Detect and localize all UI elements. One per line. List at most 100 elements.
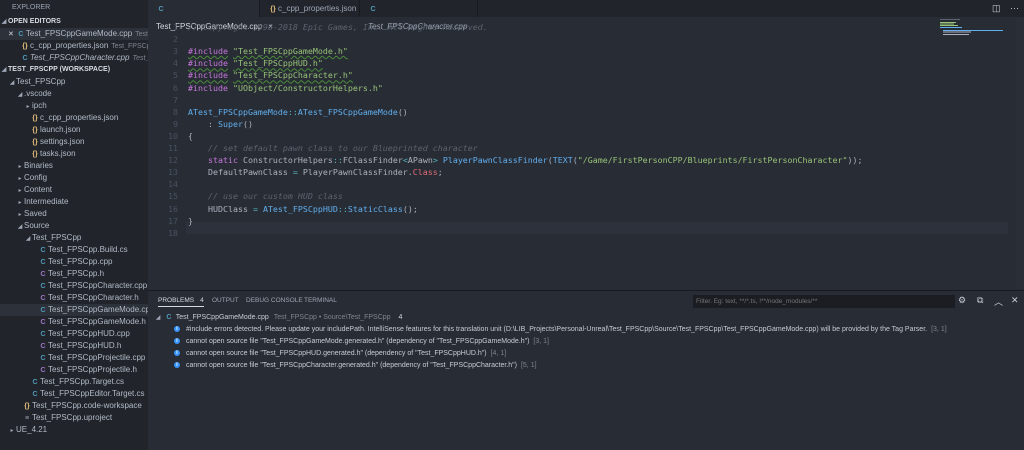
folder-item[interactable]: ▸ Config	[0, 172, 148, 184]
open-editor-item[interactable]: {}c_cpp_properties.jsonTest_FPSCpp •...	[0, 40, 148, 52]
chevron-down-icon: ◢	[9, 80, 15, 86]
collapse-all-icon[interactable]: ⧉	[977, 295, 983, 306]
file-item[interactable]: C Test_FPSCppProjectile.h	[0, 364, 148, 376]
item-label: Test_FPSCpp.code-workspace	[32, 401, 142, 410]
panel-tab-terminal[interactable]: TERMINAL	[304, 297, 337, 304]
info-icon: i	[174, 326, 180, 333]
tab-2[interactable]: CTest_FPSCppCharacter.cpp	[360, 0, 478, 31]
folder-item[interactable]: ▸ Content	[0, 184, 148, 196]
code-token: #include	[188, 46, 228, 57]
item-label: Test_FPSCpp.Build.cs	[48, 245, 128, 254]
item-label: .vscode	[24, 89, 52, 98]
problem-item[interactable]: i #include errors detected. Please update…	[174, 324, 947, 336]
code-token: ConstructorHelpers	[237, 155, 333, 166]
code-token: static	[207, 155, 238, 166]
item-label: Test_FPSCpp.h	[48, 269, 105, 278]
file-tree: ◢ Test_FPSCpp ◢ .vscode ▸ ipch{} c_cpp_propert…	[0, 76, 148, 436]
problem-item[interactable]: i cannot open source file "Test_FPSCppCha…	[174, 360, 537, 372]
code-token: :	[188, 118, 218, 129]
folder-item[interactable]: ▸ UE_4.21	[0, 424, 148, 436]
close-icon[interactable]: ✕	[8, 31, 14, 38]
folder-item[interactable]: ◢ Test_FPSCpp	[0, 76, 148, 88]
file-item[interactable]: C Test_FPSCppHUD.h	[0, 340, 148, 352]
code-line: #include "UObject/ConstructorHelpers.h"	[188, 83, 383, 93]
code-token: ATest_FPSCppHUD	[262, 203, 338, 214]
problem-location: [3, 1]	[533, 338, 549, 345]
code-token: #include	[188, 58, 228, 69]
folder-item[interactable]: ▸ Saved	[0, 208, 148, 220]
minimap[interactable]	[940, 17, 1010, 37]
close-panel-icon[interactable]: ✕	[1011, 295, 1019, 306]
file-path: Test_FPSCpp •...	[111, 43, 148, 50]
problem-file-row[interactable]: ◢ C Test_FPSCppGameMode.cpp Test_FPSCpp …	[154, 312, 403, 324]
file-item[interactable]: C Test_FPSCpp.Target.cs	[0, 376, 148, 388]
file-item[interactable]: {} c_cpp_properties.json	[0, 112, 148, 124]
folder-item[interactable]: ▸ ipch	[0, 100, 148, 112]
code-token: ::	[337, 203, 348, 214]
chevron-right-icon: ▸	[18, 212, 22, 218]
file-item[interactable]: {} settings.json	[0, 136, 148, 148]
file-item[interactable]: C Test_FPSCppGameMode.h	[0, 316, 148, 328]
problems-count-badge: 4	[200, 297, 204, 304]
problem-location: [3, 1]	[931, 326, 947, 333]
file-item[interactable]: {} Test_FPSCpp.code-workspace	[0, 400, 148, 412]
panel-tab-debug-console[interactable]: DEBUG CONSOLE	[246, 297, 303, 304]
file-item[interactable]: {} launch.json	[0, 124, 148, 136]
item-label: Saved	[24, 209, 47, 218]
chevron-right-icon: ▸	[26, 104, 30, 110]
problem-item[interactable]: i cannot open source file "Test_FPSCppHUD…	[174, 348, 506, 360]
tab-1[interactable]: {} c_cpp_properties.json	[260, 0, 360, 17]
split-editor-icon[interactable]: ◫	[992, 3, 1001, 14]
json-file-icon: {}	[32, 151, 38, 158]
filter-settings-icon[interactable]: ⚙	[958, 295, 966, 306]
open-editor-item[interactable]: ✕ CTest_FPSCppGameMode.cppTest_F...	[0, 28, 148, 40]
code-token: "Test_FPSCppGameMode.h"	[232, 46, 348, 57]
item-label: Test_FPSCppEditor.Target.cs	[40, 389, 145, 398]
file-item[interactable]: ≡ Test_FPSCpp.uproject	[0, 412, 148, 424]
code-line: {	[188, 131, 193, 141]
open-editor-item[interactable]: CTest_FPSCppCharacter.cppTest_FPS...	[0, 52, 148, 64]
editor-scrollbar[interactable]	[1016, 17, 1024, 289]
tab-0[interactable]: CTest_FPSCppGameMode.cpp ×	[148, 0, 273, 31]
file-item[interactable]: C Test_FPSCppEditor.Target.cs	[0, 388, 148, 400]
file-item[interactable]: C Test_FPSCppCharacter.cpp	[0, 280, 148, 292]
file-path: Test_FPS...	[132, 55, 148, 62]
problem-item[interactable]: i cannot open source file "Test_FPSCppGam…	[174, 336, 549, 348]
more-actions-icon[interactable]: ···	[1010, 3, 1019, 13]
file-item[interactable]: C Test_FPSCppProjectile.cpp	[0, 352, 148, 364]
line-number: 15	[168, 191, 178, 202]
item-label: Test_FPSCppCharacter.h	[48, 293, 139, 302]
code-token: TEXT	[552, 155, 573, 166]
folder-item[interactable]: ◢ Source	[0, 220, 148, 232]
line-number: 12	[168, 155, 178, 166]
item-label: Test_FPSCppProjectile.cpp	[48, 353, 146, 362]
file-item[interactable]: C Test_FPSCppHUD.cpp	[0, 328, 148, 340]
maximize-panel-icon[interactable]: ︿	[994, 295, 1003, 308]
code-token: StaticClass	[347, 203, 403, 214]
folder-item[interactable]: ◢ .vscode	[0, 88, 148, 100]
code-line: // Copyright 1998-2018 Epic Games, Inc. …	[188, 22, 488, 32]
open-editors-header[interactable]: ◢ OPEN EDITORS	[0, 16, 148, 28]
up-file-icon: ≡	[24, 415, 30, 422]
workspace-header[interactable]: ◢ TEST_FPSCPP (WORKSPACE)	[0, 64, 148, 76]
code-token: PlayerPawnClassFinder	[442, 155, 548, 166]
folder-item[interactable]: ▸ Binaries	[0, 160, 148, 172]
file-item[interactable]: C Test_FPSCppCharacter.h	[0, 292, 148, 304]
item-label: Test_FPSCpp.uproject	[32, 413, 113, 422]
file-item[interactable]: C Test_FPSCpp.h	[0, 268, 148, 280]
folder-item[interactable]: ◢ Test_FPSCpp	[0, 232, 148, 244]
code-editor[interactable]: 1 // Copyright 1998-2018 Epic Games, Inc.…	[148, 17, 1008, 289]
line-number: 6	[173, 82, 178, 93]
panel-tab-problems[interactable]: PROBLEMS 4	[158, 297, 204, 307]
line-number: 14	[168, 179, 178, 190]
file-item[interactable]: C Test_FPSCpp.cpp	[0, 256, 148, 268]
item-label: Intermediate	[24, 197, 69, 206]
file-item[interactable]: C Test_FPSCppGameMode.cpp	[0, 304, 148, 316]
folder-item[interactable]: ▸ Intermediate	[0, 196, 148, 208]
panel-tab-output[interactable]: OUTPUT	[212, 297, 239, 304]
problems-filter-input[interactable]	[693, 295, 955, 308]
file-item[interactable]: {} tasks.json	[0, 148, 148, 160]
cpp-file-icon: C	[370, 6, 376, 13]
file-item[interactable]: C Test_FPSCpp.Build.cs	[0, 244, 148, 256]
code-line: ATest_FPSCppGameMode::ATest_FPSCppGameMo…	[188, 107, 408, 117]
